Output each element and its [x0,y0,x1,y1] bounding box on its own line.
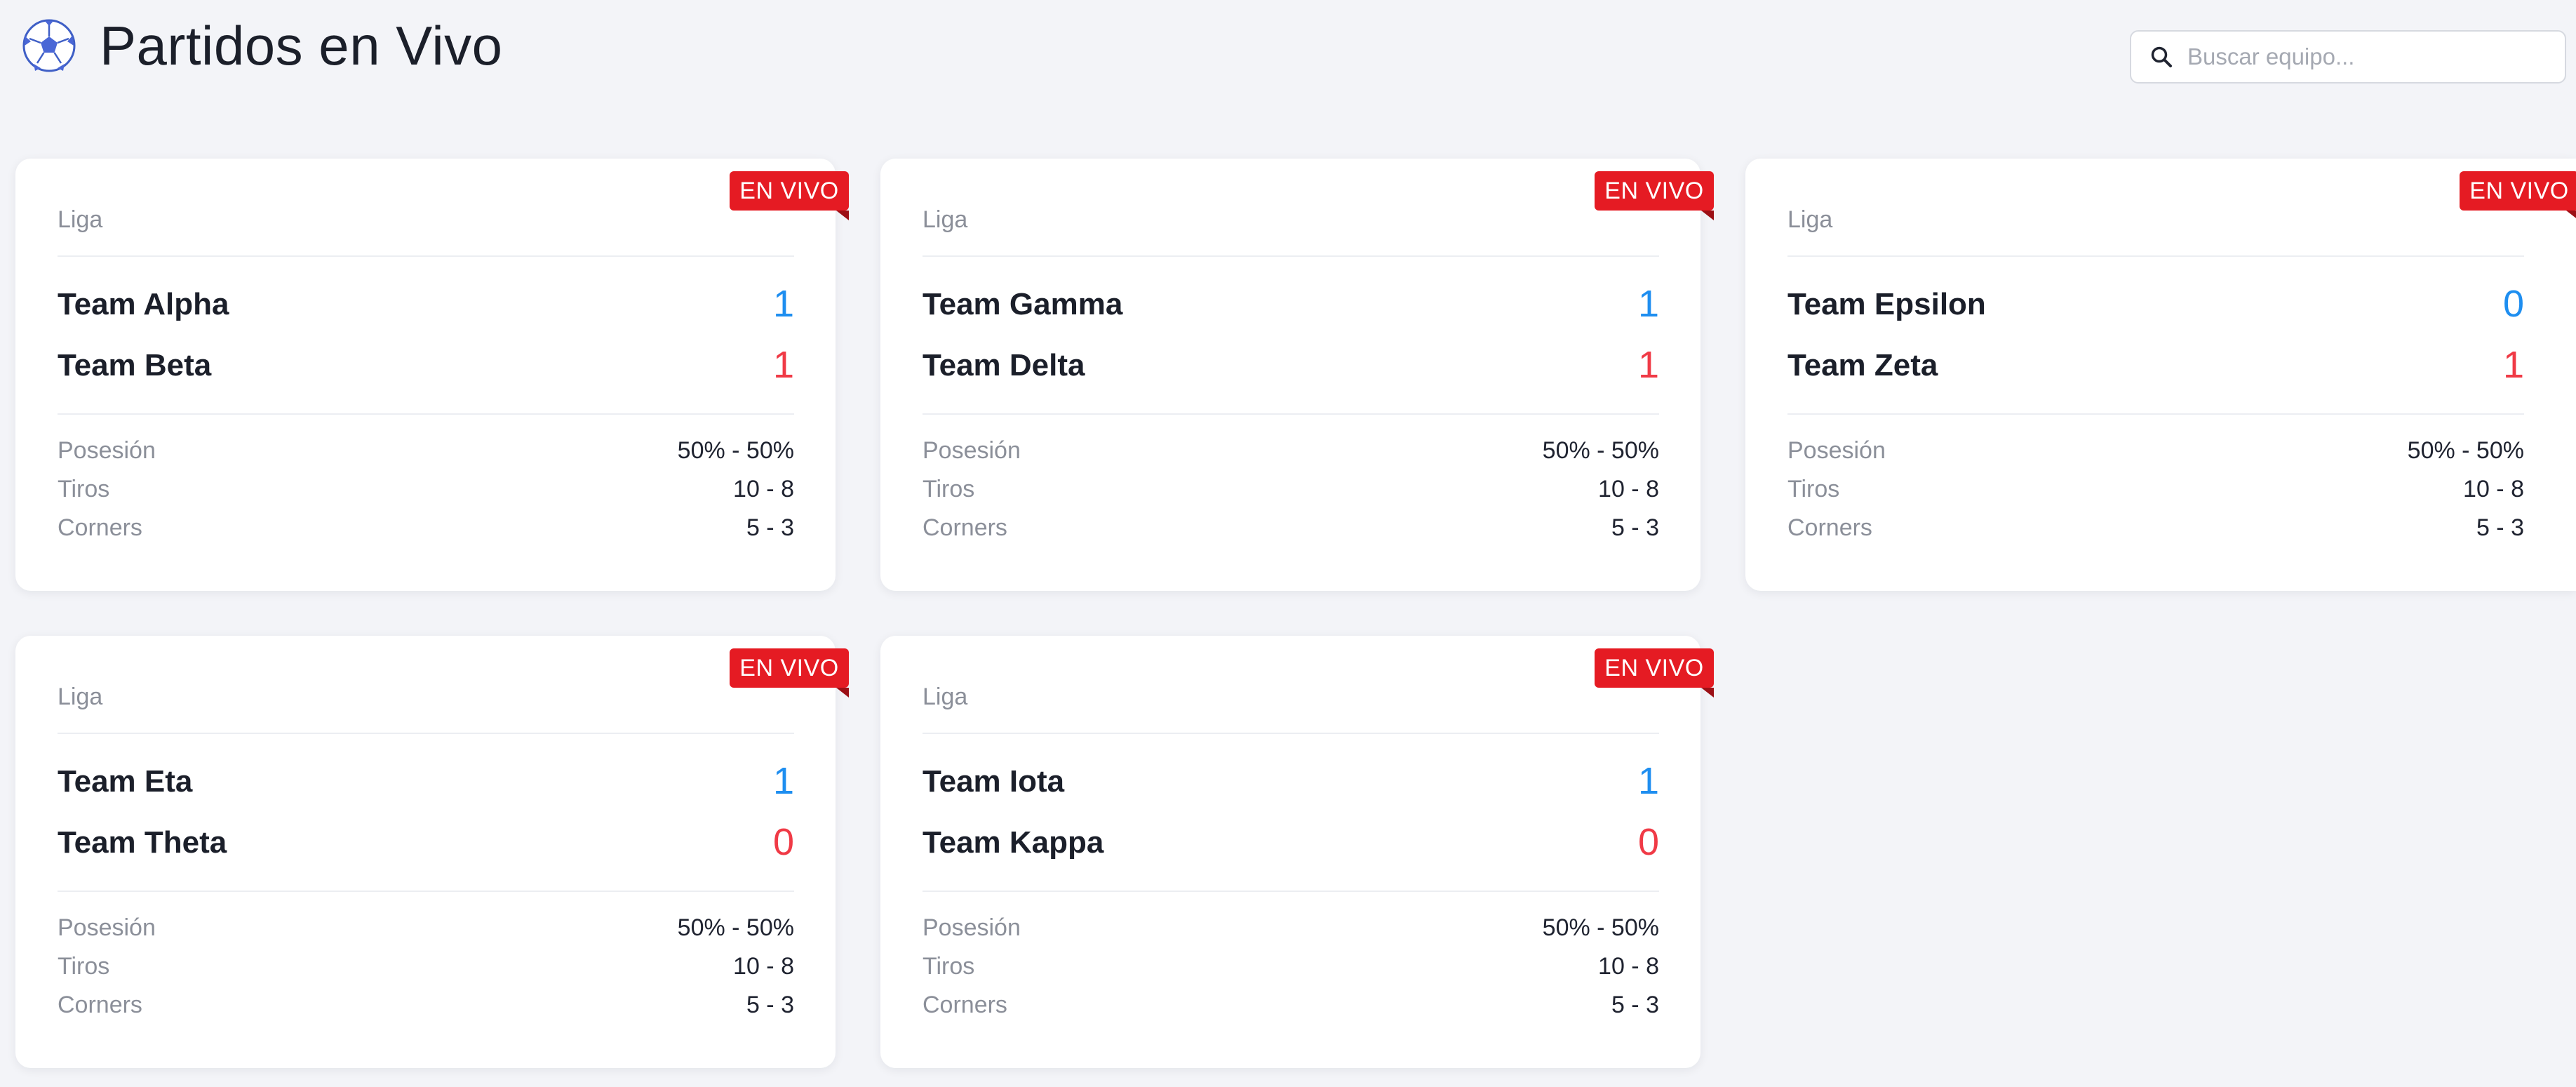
home-team-score: 1 [772,760,794,802]
divider [58,255,794,257]
divider [1787,413,2524,415]
league-label: Liga [58,683,103,710]
away-team-name: Team Delta [923,348,1085,382]
stat-value-shots: 10 - 8 [733,476,794,502]
home-team-name: Team Epsilon [1787,287,1986,321]
soccer-ball-icon [21,18,77,74]
divider [58,891,794,892]
stat-value-possession: 50% - 50% [1542,437,1659,464]
away-team-score: 0 [1637,821,1659,863]
stat-label-corners: Corners [923,514,1007,541]
stat-value-corners: 5 - 3 [746,514,794,541]
home-team-name: Team Eta [58,764,193,799]
stat-value-corners: 5 - 3 [2476,514,2524,541]
league-label: Liga [923,683,968,710]
search-box[interactable] [2130,30,2566,84]
stat-label-corners: Corners [58,514,142,541]
home-team-score: 1 [772,283,794,325]
away-team-name: Team Kappa [923,825,1104,860]
stat-label-shots: Tiros [1787,476,1840,502]
away-team-score: 1 [772,344,794,386]
live-badge: EN VIVO [1595,648,1714,698]
league-label: Liga [1787,206,1833,233]
away-team-name: Team Theta [58,825,227,860]
live-badge: EN VIVO [730,648,849,698]
stat-value-corners: 5 - 3 [1611,514,1659,541]
stat-label-shots: Tiros [58,476,110,502]
match-card[interactable]: EN VIVO Liga Team Iota 1 Team Kappa 0 Po… [880,636,1714,1068]
away-team-score: 0 [772,821,794,863]
away-team-score: 1 [2502,344,2524,386]
stat-value-possession: 50% - 50% [2407,437,2524,464]
away-team-name: Team Beta [58,348,212,382]
stat-label-possession: Posesión [1787,437,1886,464]
live-badge: EN VIVO [2460,171,2576,220]
stat-value-corners: 5 - 3 [746,992,794,1018]
stat-label-corners: Corners [58,992,142,1018]
divider [58,413,794,415]
home-team-score: 1 [1637,283,1659,325]
stat-label-possession: Posesión [58,914,156,941]
stat-label-shots: Tiros [923,953,975,980]
match-card[interactable]: EN VIVO Liga Team Gamma 1 Team Delta 1 P… [880,159,1714,591]
stat-value-possession: 50% - 50% [677,437,794,464]
page-title: Partidos en Vivo [100,15,503,76]
divider [923,255,1659,257]
league-label: Liga [58,206,103,233]
stat-label-shots: Tiros [58,953,110,980]
divider [1787,255,2524,257]
live-badge: EN VIVO [730,171,849,220]
stat-value-shots: 10 - 8 [1598,476,1659,502]
stat-label-possession: Posesión [923,914,1021,941]
match-card[interactable]: EN VIVO Liga Team Epsilon 0 Team Zeta 1 … [1745,159,2576,591]
stat-value-corners: 5 - 3 [1611,992,1659,1018]
search-icon [2149,45,2173,69]
divider [923,733,1659,734]
home-team-name: Team Iota [923,764,1065,799]
live-badge: EN VIVO [1595,171,1714,220]
home-team-score: 1 [1637,760,1659,802]
league-label: Liga [923,206,968,233]
stat-label-possession: Posesión [58,437,156,464]
stat-label-shots: Tiros [923,476,975,502]
page-header: Partidos en Vivo [21,14,503,77]
home-team-name: Team Gamma [923,287,1123,321]
stat-value-shots: 10 - 8 [2463,476,2524,502]
divider [58,733,794,734]
stat-label-possession: Posesión [923,437,1021,464]
home-team-score: 0 [2502,283,2524,325]
away-team-score: 1 [1637,344,1659,386]
stat-value-shots: 10 - 8 [733,953,794,980]
divider [923,413,1659,415]
match-card[interactable]: EN VIVO Liga Team Eta 1 Team Theta 0 Pos… [15,636,849,1068]
divider [923,891,1659,892]
search-input[interactable] [2186,43,2554,71]
match-card[interactable]: EN VIVO Liga Team Alpha 1 Team Beta 1 Po… [15,159,849,591]
stat-value-possession: 50% - 50% [1542,914,1659,941]
stat-value-shots: 10 - 8 [1598,953,1659,980]
stat-value-possession: 50% - 50% [677,914,794,941]
home-team-name: Team Alpha [58,287,229,321]
stat-label-corners: Corners [1787,514,1872,541]
stat-label-corners: Corners [923,992,1007,1018]
away-team-name: Team Zeta [1787,348,1938,382]
